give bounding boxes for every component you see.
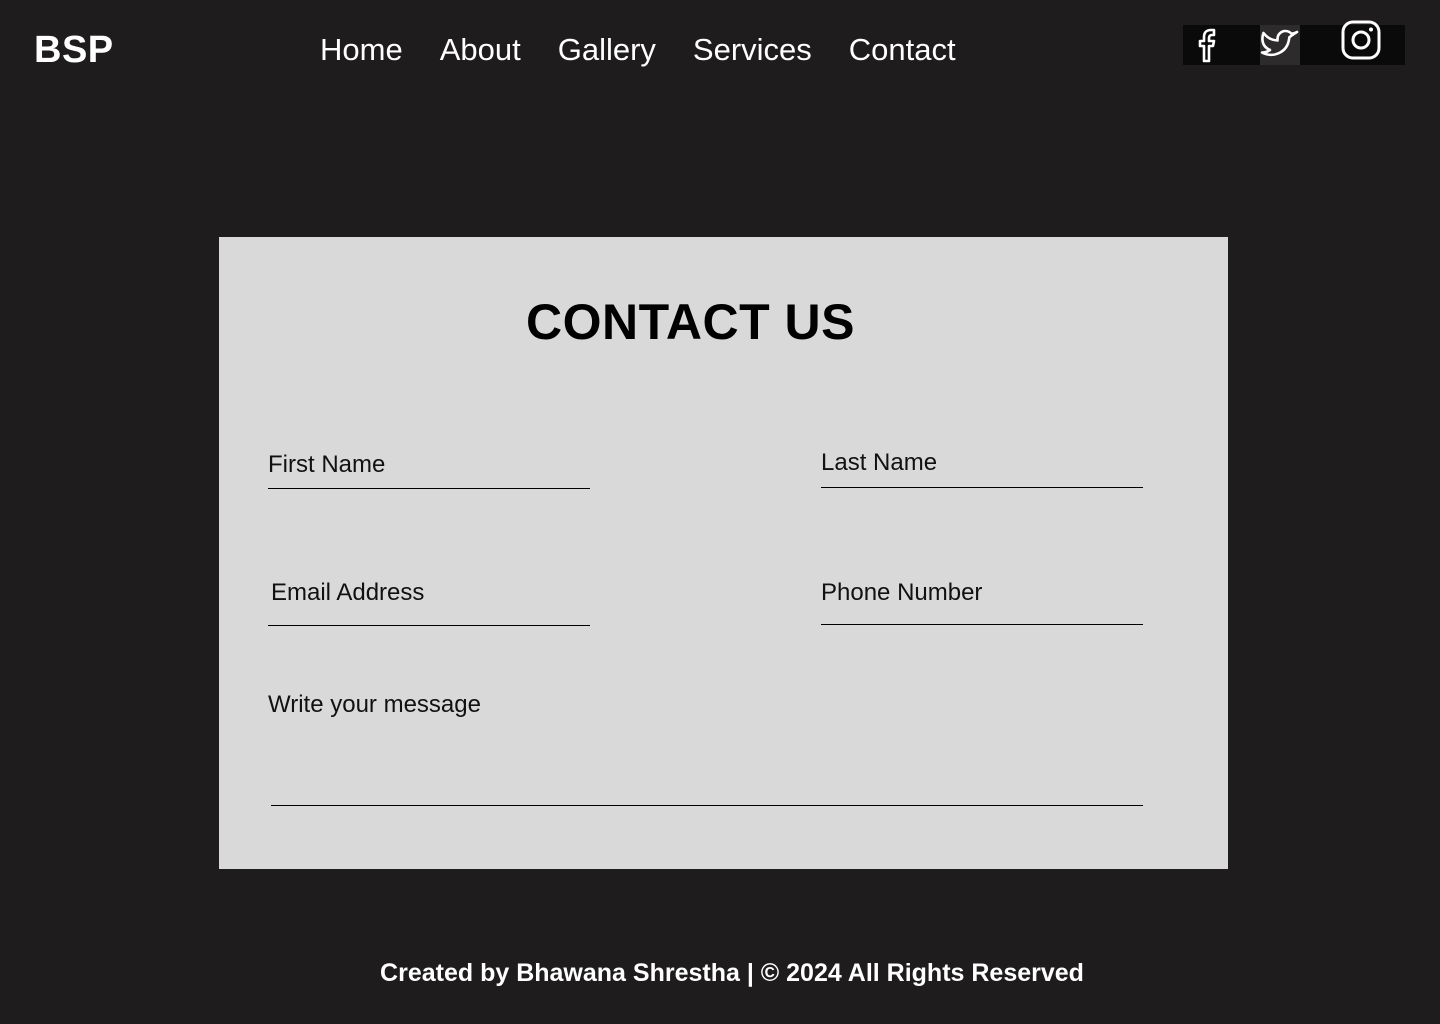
nav-gallery-link[interactable]: Gallery — [558, 30, 656, 70]
phone-underline — [821, 623, 1143, 625]
phone-input[interactable] — [821, 579, 1143, 607]
contact-title: CONTACT US — [525, 294, 856, 350]
nav-contact-link[interactable]: Contact — [849, 30, 956, 70]
first-name-input[interactable] — [268, 451, 590, 479]
facebook-icon[interactable] — [1183, 25, 1231, 65]
last-name-underline — [821, 486, 1143, 488]
nav-about-link[interactable]: About — [440, 30, 521, 70]
first-name-underline — [268, 487, 590, 489]
last-name-field[interactable] — [821, 449, 1143, 488]
nav-services-link[interactable]: Services — [693, 30, 812, 70]
twitter-icon[interactable] — [1260, 25, 1300, 65]
social-links — [1183, 20, 1405, 65]
message-field[interactable] — [268, 690, 1143, 806]
contact-form-card: CONTACT US — [219, 237, 1228, 869]
footer-credit: Created by Bhawana Shrestha | © 2024 All… — [380, 959, 1084, 987]
first-name-field[interactable] — [268, 451, 590, 489]
page: BSP Home About Gallery Services Contact — [0, 0, 1440, 1024]
last-name-input[interactable] — [821, 449, 1143, 477]
email-field[interactable] — [268, 579, 590, 626]
nav-home-link[interactable]: Home — [320, 30, 403, 70]
phone-field[interactable] — [821, 579, 1143, 625]
email-underline — [268, 624, 590, 626]
message-textarea[interactable] — [268, 690, 1143, 790]
main-nav: Home About Gallery Services Contact — [320, 30, 993, 70]
instagram-icon[interactable] — [1338, 20, 1384, 60]
email-input[interactable] — [268, 579, 590, 607]
message-underline — [271, 804, 1143, 806]
site-logo[interactable]: BSP — [34, 27, 114, 73]
